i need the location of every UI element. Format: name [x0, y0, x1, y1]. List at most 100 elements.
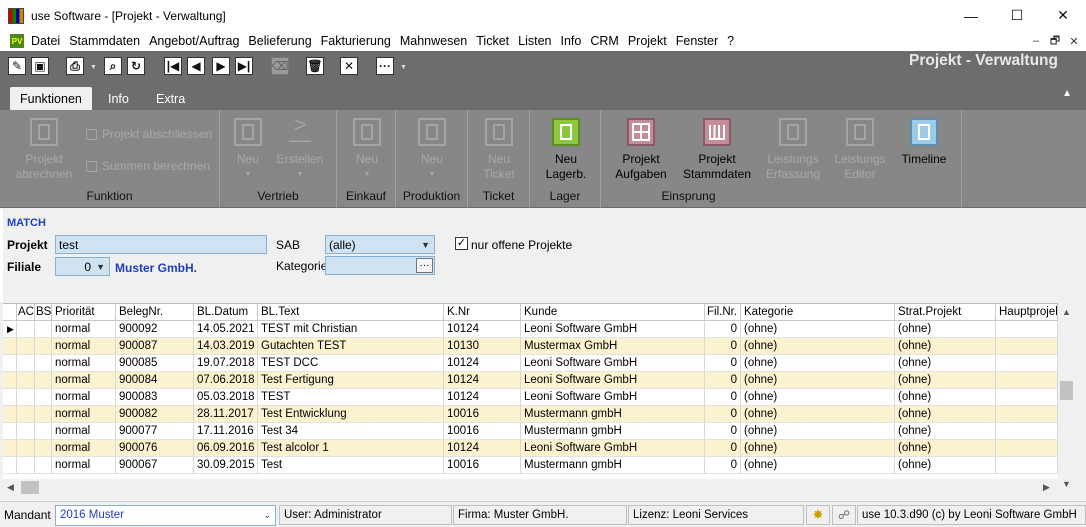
- horizontal-scrollbar[interactable]: ◀ ▶: [3, 479, 1058, 496]
- projekt-stammdaten-button[interactable]: Projekt Stammdaten: [681, 118, 753, 182]
- vertrieb-neu-button[interactable]: Neu ▼: [228, 118, 268, 182]
- col-strat-projekt[interactable]: Strat.Projekt: [895, 304, 996, 321]
- menu-crm[interactable]: CRM: [588, 34, 625, 48]
- more-icon[interactable]: ···: [376, 57, 394, 75]
- next-record-icon[interactable]: ▶: [212, 57, 230, 75]
- scroll-down-icon[interactable]: ▼: [1062, 479, 1071, 489]
- menu-fenster[interactable]: Fenster: [674, 34, 725, 48]
- module-logo-icon[interactable]: PV: [10, 34, 24, 48]
- kategorie-input[interactable]: ···: [325, 256, 435, 275]
- col-k-nr[interactable]: K.Nr: [444, 304, 521, 321]
- col-bs[interactable]: BS: [35, 304, 52, 321]
- menu-belieferung[interactable]: Belieferung: [246, 34, 318, 48]
- search-icon[interactable]: ⌕: [104, 57, 122, 75]
- refresh-icon[interactable]: ↻: [127, 57, 145, 75]
- table-row[interactable]: normal 900087 14.03.2019 Gutachten TEST 1013…: [3, 338, 1058, 355]
- menu-fakturierung[interactable]: Fakturierung: [319, 34, 398, 48]
- menu-projekt[interactable]: Projekt: [626, 34, 674, 48]
- menu-datei[interactable]: Datei: [29, 34, 67, 48]
- table-row[interactable]: normal 900082 28.11.2017 Test Entwicklung 10…: [3, 406, 1058, 423]
- table-row[interactable]: normal 900083 05.03.2018 TEST 10124 Leoni Sof…: [3, 389, 1058, 406]
- row-indicator-cell: [3, 423, 17, 440]
- col-kunde[interactable]: Kunde: [521, 304, 705, 321]
- col-ac[interactable]: AC: [17, 304, 35, 321]
- menu-ticket[interactable]: Ticket: [474, 34, 516, 48]
- print-icon[interactable]: ⎙: [66, 57, 84, 75]
- weather-sun-icon[interactable]: ✸: [806, 505, 830, 525]
- vertical-scroll-thumb[interactable]: [1060, 381, 1073, 400]
- delete-icon[interactable]: 🗑: [306, 57, 324, 75]
- projekt-aufgaben-button[interactable]: Projekt Aufgaben: [613, 118, 669, 182]
- menu-mahnwesen[interactable]: Mahnwesen: [398, 34, 474, 48]
- kategorie-lookup-button[interactable]: ···: [416, 258, 433, 273]
- menu-info[interactable]: Info: [559, 34, 589, 48]
- cell-bl-text: Test: [258, 457, 444, 474]
- first-record-icon[interactable]: |◀: [164, 57, 182, 75]
- mandant-select[interactable]: 2016 Muster ⌄: [55, 505, 276, 526]
- tab-funktionen[interactable]: Funktionen: [10, 87, 92, 110]
- edit-icon[interactable]: ✎: [8, 57, 26, 75]
- table-row[interactable]: normal 900085 19.07.2018 TEST DCC 10124 Leoni…: [3, 355, 1058, 372]
- mdi-restore-button[interactable]: 🗗: [1047, 33, 1063, 49]
- vertical-scrollbar[interactable]: ▲ ▼: [1058, 303, 1075, 494]
- collapse-ribbon-icon[interactable]: ▲: [1062, 88, 1072, 99]
- cancel-icon[interactable]: ✕: [340, 57, 358, 75]
- project-grid[interactable]: AC BS Priorität BelegNr. BL.Datum BL.Tex…: [3, 303, 1058, 494]
- menu-stammdaten[interactable]: Stammdaten: [67, 34, 147, 48]
- table-row[interactable]: normal 900076 06.09.2016 Test alcolor 1 1012…: [3, 440, 1058, 457]
- col-bl-text[interactable]: BL.Text: [258, 304, 444, 321]
- timeline-button[interactable]: Timeline: [897, 118, 951, 167]
- scroll-up-icon[interactable]: ▲: [1062, 307, 1071, 317]
- neu-lagerbuchung-button[interactable]: Neu Lagerb.: [541, 118, 591, 182]
- col-hauptprojekt[interactable]: Hauptprojekt: [996, 304, 1058, 321]
- mdi-minimize-button[interactable]: –: [1028, 33, 1044, 49]
- scroll-right-icon[interactable]: ▶: [1043, 482, 1050, 493]
- cell-strat-projekt: (ohne): [895, 440, 996, 457]
- neu-ticket-button[interactable]: Neu Ticket: [479, 118, 519, 182]
- leistungs-editor-button[interactable]: Leistungs Editor: [830, 118, 890, 182]
- table-row[interactable]: normal 900084 07.06.2018 Test Fertigung 1012…: [3, 372, 1058, 389]
- col-bl-datum[interactable]: BL.Datum: [194, 304, 258, 321]
- menu-angebot-auftrag[interactable]: Angebot/Auftrag: [147, 34, 246, 48]
- mdi-close-button[interactable]: ✕: [1066, 33, 1082, 49]
- tab-info[interactable]: Info: [98, 87, 139, 110]
- cell-prioritaet: normal: [52, 338, 116, 355]
- scroll-left-icon[interactable]: ◀: [7, 482, 14, 493]
- einkauf-neu-button[interactable]: Neu ▼: [347, 118, 387, 182]
- minimize-button[interactable]: —: [948, 0, 994, 31]
- print-dropdown-icon[interactable]: ▼: [90, 64, 97, 71]
- cell-bl-datum: 06.09.2016: [194, 440, 258, 457]
- table-row[interactable]: normal 900067 30.09.2015 Test 10016 Musterman…: [3, 457, 1058, 474]
- projekt-abrechnen-button[interactable]: Projekt abrechnen: [14, 118, 74, 182]
- window-title: use Software - [Projekt - Verwaltung]: [31, 8, 226, 23]
- col-prioritaet[interactable]: Priorität: [52, 304, 116, 321]
- close-button[interactable]: ✕: [1040, 0, 1086, 31]
- menu-help[interactable]: ?: [725, 34, 741, 48]
- last-record-icon[interactable]: ▶|: [235, 57, 253, 75]
- projekt-abschliessen-button[interactable]: Projekt abschliessen: [86, 127, 212, 141]
- maximize-button[interactable]: ☐: [994, 0, 1040, 31]
- connection-icon[interactable]: ☍: [832, 505, 856, 525]
- menu-listen[interactable]: Listen: [516, 34, 558, 48]
- cell-bs: [35, 440, 52, 457]
- sab-select[interactable]: (alle) ▼: [325, 235, 435, 254]
- horizontal-scroll-thumb[interactable]: [21, 481, 39, 494]
- col-kategorie[interactable]: Kategorie: [741, 304, 895, 321]
- projekt-search-input[interactable]: test: [55, 235, 267, 254]
- vertrieb-erstellen-button[interactable]: >— Erstellen ▼: [274, 114, 326, 182]
- table-row[interactable]: ▶ normal 900092 14.05.2021 TEST mit Christia…: [3, 321, 1058, 338]
- cell-hauptprojekt: [996, 372, 1058, 389]
- save-icon[interactable]: ▣: [31, 57, 49, 75]
- nur-offene-checkbox[interactable]: ✓: [455, 237, 468, 250]
- produktion-neu-button[interactable]: Neu ▼: [412, 118, 452, 182]
- leistungs-erfassung-button[interactable]: Leistungs Erfassung: [763, 118, 823, 182]
- summen-berechnen-button[interactable]: Summen berechnen: [86, 159, 210, 173]
- col-belegnr[interactable]: BelegNr.: [116, 304, 194, 321]
- eraser-icon[interactable]: ⌫: [271, 57, 289, 75]
- previous-record-icon[interactable]: ◀: [187, 57, 205, 75]
- tab-extra[interactable]: Extra: [146, 87, 195, 110]
- more-dropdown-icon[interactable]: ▼: [400, 64, 407, 71]
- table-row[interactable]: normal 900077 17.11.2016 Test 34 10016 Muster…: [3, 423, 1058, 440]
- col-fil-nr[interactable]: Fil.Nr.: [705, 304, 741, 321]
- filiale-select[interactable]: 0 ▼: [55, 257, 110, 276]
